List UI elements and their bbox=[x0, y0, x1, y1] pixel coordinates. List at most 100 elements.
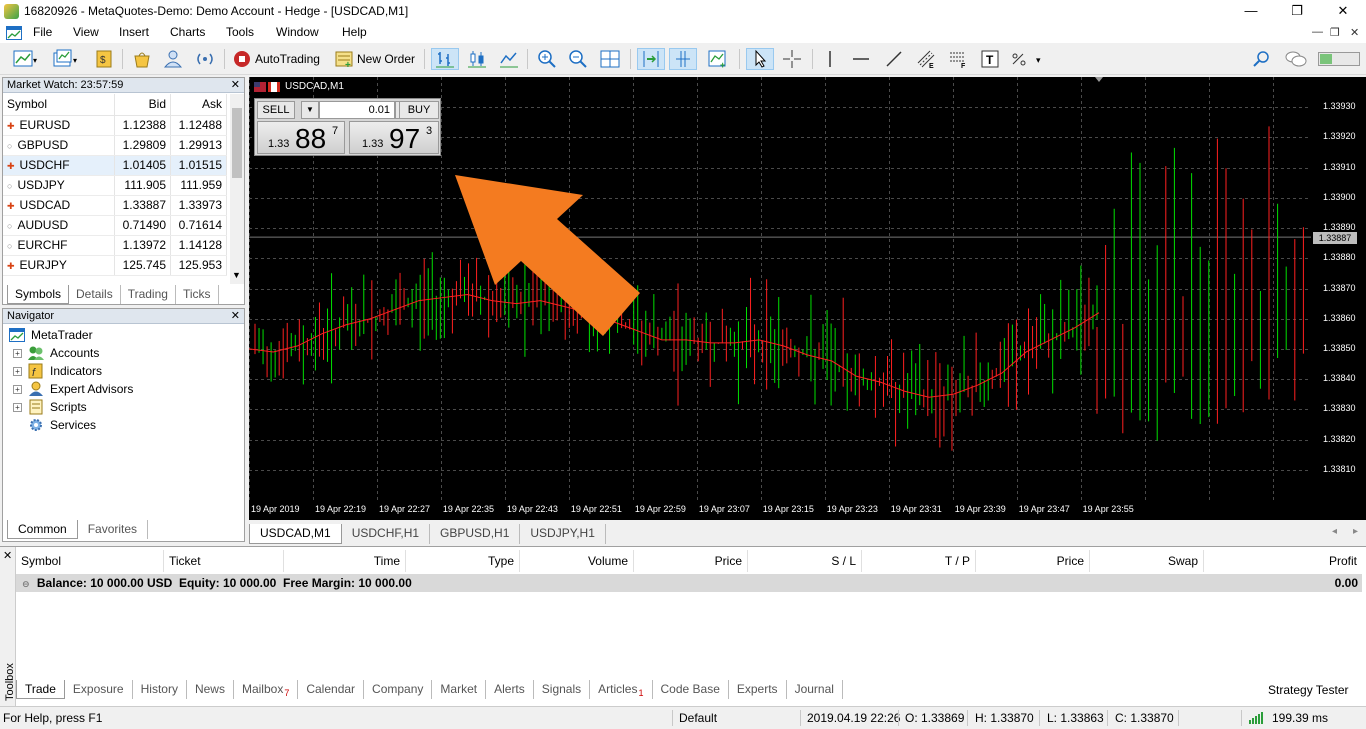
menu-window[interactable]: Window bbox=[276, 25, 319, 39]
market-watch-row[interactable]: ✚ USDCHF 1.01405 1.01515 bbox=[3, 155, 227, 176]
col-symbol[interactable]: Symbol bbox=[16, 550, 164, 572]
tab-trading[interactable]: Trading bbox=[121, 285, 176, 304]
collapse-icon[interactable]: ⊖ bbox=[22, 579, 30, 589]
expand-icon[interactable]: + bbox=[13, 384, 22, 394]
toolbox-tab-signals[interactable]: Signals bbox=[534, 680, 591, 699]
market-watch-row[interactable]: ○ EURCHF 1.13972 1.14128 bbox=[3, 235, 227, 256]
col-bid[interactable]: Bid bbox=[114, 94, 172, 116]
toolbox-tab-exposure[interactable]: Exposure bbox=[65, 680, 133, 699]
trendline-button[interactable] bbox=[882, 48, 906, 70]
signal-strength-button[interactable] bbox=[1317, 48, 1361, 70]
toolbox-tab-calendar[interactable]: Calendar bbox=[298, 680, 365, 699]
mdi-minimize-button[interactable]: — bbox=[1312, 26, 1323, 38]
candlestick-button[interactable] bbox=[463, 48, 491, 70]
buy-price-button[interactable]: 1.33 97 3 bbox=[349, 121, 439, 154]
toolbox-tab-mailbox[interactable]: Mailbox7 bbox=[234, 680, 299, 699]
tab-favorites[interactable]: Favorites bbox=[78, 520, 149, 539]
autoscroll-button[interactable] bbox=[637, 48, 665, 70]
chart-tab-usdjpy[interactable]: USDJPY,H1 bbox=[520, 524, 606, 544]
menu-tools[interactable]: Tools bbox=[226, 25, 254, 39]
chart-tab-usdcad[interactable]: USDCAD,M1 bbox=[249, 524, 342, 544]
tab-symbols[interactable]: Symbols bbox=[7, 285, 70, 304]
bar-chart-button[interactable] bbox=[431, 48, 459, 70]
col-symbol[interactable]: Symbol bbox=[3, 94, 116, 116]
new-chart-button[interactable]: ▾ bbox=[8, 48, 44, 70]
nav-item-indicators[interactable]: + f Indicators bbox=[13, 362, 102, 380]
sell-button[interactable]: SELL bbox=[257, 101, 295, 119]
chart-shift-marker[interactable] bbox=[1095, 77, 1103, 82]
indicators-button[interactable]: + bbox=[704, 48, 732, 70]
toolbox-tab-company[interactable]: Company bbox=[364, 680, 433, 699]
tab-details[interactable]: Details bbox=[69, 285, 121, 304]
col-ticket[interactable]: Ticket bbox=[164, 550, 284, 572]
status-profile[interactable]: Default bbox=[679, 711, 717, 725]
tile-windows-button[interactable] bbox=[597, 48, 623, 70]
volume-down-button[interactable]: ▼ bbox=[301, 101, 319, 119]
expand-icon[interactable]: + bbox=[13, 366, 22, 376]
col-profit[interactable]: Profit bbox=[1204, 550, 1362, 572]
restore-button[interactable]: ❐ bbox=[1274, 0, 1320, 23]
chart-tab-gbpusd[interactable]: GBPUSD,H1 bbox=[430, 524, 521, 544]
balance-row[interactable]: ⊖ Balance: 10 000.00 USD Equity: 10 000.… bbox=[16, 574, 1362, 592]
market-watch-close-button[interactable]: ✕ bbox=[231, 78, 240, 92]
chart-tabs-scroll-right[interactable]: ▸ bbox=[1345, 524, 1366, 544]
chart-tab-usdchf[interactable]: USDCHF,H1 bbox=[342, 524, 431, 544]
market-watch-scrollbar[interactable]: ▼ bbox=[230, 94, 244, 284]
nav-item-scripts[interactable]: + Scripts bbox=[13, 398, 87, 416]
chart-tabs-scroll-left[interactable]: ◂ bbox=[1324, 524, 1345, 544]
zoom-in-button[interactable] bbox=[534, 48, 560, 70]
templates-button[interactable]: $ bbox=[92, 48, 116, 70]
autotrading-button[interactable]: AutoTrading bbox=[232, 48, 326, 70]
market-watch-row[interactable]: ✚ USDCAD 1.33887 1.33973 bbox=[3, 195, 227, 216]
line-chart-button[interactable] bbox=[495, 48, 523, 70]
col-swap[interactable]: Swap bbox=[1090, 550, 1204, 572]
profiles-button[interactable]: ▾ bbox=[48, 48, 84, 70]
fibonacci-button[interactable]: F bbox=[945, 48, 971, 70]
text-button[interactable]: T bbox=[978, 48, 1002, 70]
buy-button[interactable]: BUY bbox=[399, 101, 439, 119]
time-axis[interactable]: 19 Apr 2019 19 Apr 22:19 19 Apr 22:27 19 Ap… bbox=[249, 500, 1311, 520]
shapes-dropdown-button[interactable]: ▾ bbox=[1008, 48, 1046, 70]
menu-insert[interactable]: Insert bbox=[119, 25, 149, 39]
col-sl[interactable]: S / L bbox=[748, 550, 862, 572]
zoom-out-button[interactable] bbox=[565, 48, 591, 70]
menu-help[interactable]: Help bbox=[342, 25, 367, 39]
tab-ticks[interactable]: Ticks bbox=[176, 285, 219, 304]
toolbox-tab-market[interactable]: Market bbox=[432, 680, 487, 699]
crosshair-button[interactable] bbox=[779, 48, 805, 70]
strategy-tester-tab[interactable]: Strategy Tester bbox=[1268, 683, 1348, 697]
navigator-close-button[interactable]: ✕ bbox=[231, 309, 240, 323]
market-watch-row[interactable]: ✚ EURJPY 125.745 125.953 bbox=[3, 255, 227, 276]
expand-icon[interactable]: + bbox=[13, 348, 22, 358]
toolbox-tab-news[interactable]: News bbox=[187, 680, 234, 699]
search-button[interactable] bbox=[1250, 48, 1274, 70]
market-button[interactable] bbox=[130, 48, 154, 70]
toolbox-close-button[interactable]: ✕ bbox=[3, 549, 12, 562]
col-ask[interactable]: Ask bbox=[170, 94, 227, 116]
nav-root[interactable]: MetaTrader bbox=[9, 326, 93, 344]
menu-view[interactable]: View bbox=[73, 25, 99, 39]
chat-button[interactable] bbox=[1282, 48, 1310, 70]
minimize-button[interactable]: — bbox=[1228, 0, 1274, 23]
sell-price-button[interactable]: 1.33 88 7 bbox=[257, 121, 345, 154]
col-current-price[interactable]: Price bbox=[976, 550, 1090, 572]
toolbox-tab-journal[interactable]: Journal bbox=[787, 680, 843, 699]
mdi-close-button[interactable]: ✕ bbox=[1350, 26, 1359, 39]
nav-item-accounts[interactable]: + Accounts bbox=[13, 344, 99, 362]
menu-charts[interactable]: Charts bbox=[170, 25, 205, 39]
col-tp[interactable]: T / P bbox=[862, 550, 976, 572]
horizontal-line-button[interactable] bbox=[849, 48, 873, 70]
equidistant-channel-button[interactable]: E bbox=[913, 48, 939, 70]
toolbox-tab-code-base[interactable]: Code Base bbox=[653, 680, 729, 699]
signals-button[interactable] bbox=[161, 48, 185, 70]
nav-item-experts[interactable]: + Expert Advisors bbox=[13, 380, 133, 398]
toolbox-tab-trade[interactable]: Trade bbox=[16, 680, 65, 699]
market-watch-row[interactable]: ○ GBPUSD 1.29809 1.29913 bbox=[3, 135, 227, 156]
price-axis[interactable]: 1.33930 1.33920 1.33910 1.33900 1.33890 1.338… bbox=[1311, 77, 1366, 500]
expand-icon[interactable]: + bbox=[13, 402, 22, 412]
toolbox-tab-history[interactable]: History bbox=[133, 680, 187, 699]
new-order-button[interactable]: + New Order bbox=[334, 48, 420, 70]
tab-common[interactable]: Common bbox=[7, 520, 78, 539]
vertical-line-button[interactable] bbox=[818, 48, 842, 70]
chart-shift-button[interactable] bbox=[669, 48, 697, 70]
